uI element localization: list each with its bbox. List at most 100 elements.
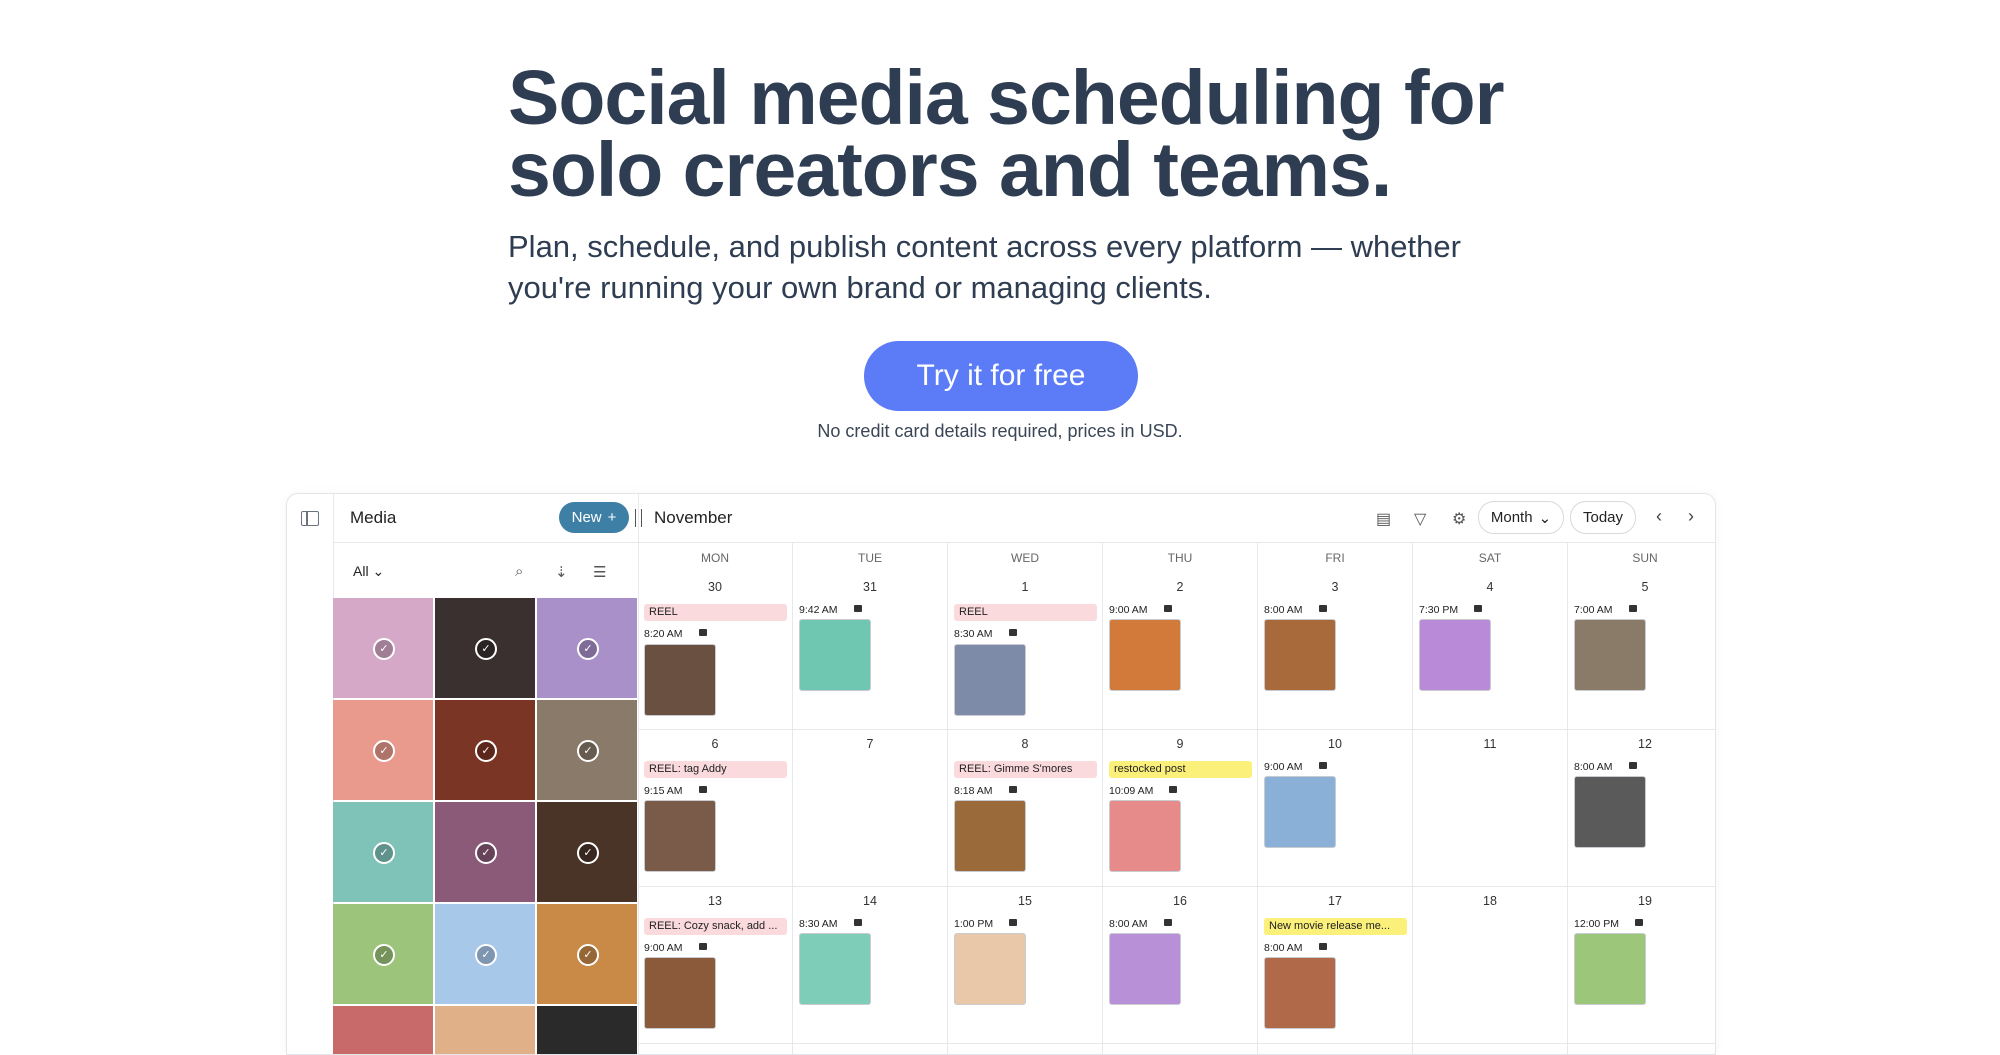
filter-value: All: [353, 563, 369, 579]
grid-line: [1567, 543, 1568, 1054]
post-label[interactable]: New movie release me...: [1264, 918, 1407, 935]
post-thumbnail[interactable]: [1109, 933, 1181, 1005]
post-time: 9:15 AM: [644, 785, 707, 797]
weekday-label: SUN: [1632, 551, 1658, 565]
media-thumb[interactable]: ✓: [537, 598, 637, 698]
day-number: 4: [1486, 580, 1494, 594]
settings-icon[interactable]: ⚙: [1452, 509, 1466, 529]
post-thumbnail[interactable]: [1109, 619, 1181, 691]
new-media-button[interactable]: New +: [559, 502, 629, 533]
weekday-label: MON: [701, 551, 729, 565]
post-thumbnail[interactable]: [1109, 800, 1181, 872]
list-icon[interactable]: ☰: [593, 563, 606, 581]
post-label[interactable]: REEL: [644, 604, 787, 621]
post-time: 9:00 AM: [644, 942, 707, 954]
media-thumb[interactable]: ✓: [333, 598, 433, 698]
post-label[interactable]: restocked post: [1109, 761, 1252, 778]
try-free-button[interactable]: Try it for free: [864, 341, 1138, 411]
view-select[interactable]: Month ⌄: [1478, 501, 1564, 534]
post-label[interactable]: REEL: Cozy snack, add ...: [644, 918, 787, 935]
post-thumbnail[interactable]: [954, 644, 1026, 716]
media-thumb[interactable]: ✓: [435, 598, 535, 698]
instagram-icon: [1163, 919, 1172, 926]
post-time: 8:30 AM: [954, 628, 1017, 640]
post-thumbnail[interactable]: [644, 957, 716, 1029]
post-thumbnail[interactable]: [799, 619, 871, 691]
media-thumb[interactable]: [333, 1006, 433, 1054]
today-button[interactable]: Today: [1570, 501, 1636, 534]
search-icon[interactable]: ⌕: [515, 563, 523, 580]
post-time-text: 9:15 AM: [644, 785, 683, 797]
post-thumbnail[interactable]: [954, 800, 1026, 872]
post-time-text: 8:00 AM: [1264, 942, 1303, 954]
sidebar-toggle-icon[interactable]: [301, 511, 319, 526]
day-number: 9: [1176, 737, 1184, 751]
instagram-icon: [1474, 605, 1483, 612]
post-thumbnail[interactable]: [1264, 619, 1336, 691]
media-thumb[interactable]: ✓: [537, 700, 637, 800]
weekday-header: MON TUE WED THU FRI SAT SUN: [638, 543, 1715, 571]
check-icon: ✓: [373, 842, 395, 864]
instagram-icon: [1318, 943, 1327, 950]
media-thumb[interactable]: [537, 1006, 637, 1054]
post-thumbnail[interactable]: [1419, 619, 1491, 691]
post-thumbnail[interactable]: [954, 933, 1026, 1005]
hero-subtitle: Plan, schedule, and publish content acro…: [508, 226, 1528, 308]
hero-section: Social media scheduling for solo creator…: [508, 60, 1528, 308]
instagram-icon: [698, 943, 707, 950]
media-thumb[interactable]: ✓: [333, 700, 433, 800]
post-thumbnail[interactable]: [799, 933, 871, 1005]
media-thumb[interactable]: ✓: [435, 802, 535, 902]
post-time: 9:42 AM: [799, 604, 862, 616]
post-time: 8:20 AM: [644, 628, 707, 640]
day-number: 10: [1328, 737, 1342, 751]
post-label[interactable]: REEL: [954, 604, 1097, 621]
instagram-icon: [1169, 786, 1178, 793]
post-thumbnail[interactable]: [1574, 619, 1646, 691]
app-preview: Media New + All ⌄ ⌕ ⇣ ☰ ✓ ✓ ✓ ✓ ✓ ✓ ✓ ✓: [286, 493, 1716, 1055]
day-number: 8: [1021, 737, 1029, 751]
post-time: 12:00 PM: [1574, 918, 1643, 930]
media-thumb[interactable]: [435, 1006, 535, 1054]
left-rail: [287, 494, 334, 1054]
post-thumbnail[interactable]: [644, 644, 716, 716]
instagram-icon: [853, 919, 862, 926]
day-number: 16: [1173, 894, 1187, 908]
chevron-left-icon[interactable]: ‹: [1656, 506, 1662, 527]
grid-line: [638, 1043, 1715, 1044]
post-time-text: 9:00 AM: [1264, 761, 1303, 773]
post-label[interactable]: REEL: tag Addy: [644, 761, 787, 778]
post-thumbnail[interactable]: [644, 800, 716, 872]
sort-icon[interactable]: ⇣: [555, 563, 568, 581]
media-thumb[interactable]: ✓: [435, 904, 535, 1004]
list-view-icon[interactable]: ▤: [1376, 509, 1391, 529]
post-thumbnail[interactable]: [1264, 776, 1336, 848]
post-thumbnail[interactable]: [1574, 776, 1646, 848]
day-number: 1: [1021, 580, 1029, 594]
media-thumb[interactable]: ✓: [537, 904, 637, 1004]
post-time: 7:00 AM: [1574, 604, 1637, 616]
filter-dropdown[interactable]: All ⌄: [353, 563, 384, 580]
instagram-icon: [1318, 762, 1327, 769]
filter-icon[interactable]: ▽: [1414, 509, 1426, 529]
post-thumbnail[interactable]: [1264, 957, 1336, 1029]
check-icon: ✓: [475, 740, 497, 762]
media-thumb[interactable]: ✓: [333, 904, 433, 1004]
media-thumb[interactable]: ✓: [333, 802, 433, 902]
media-thumb[interactable]: ✓: [537, 802, 637, 902]
check-icon: ✓: [475, 638, 497, 660]
day-number: 15: [1018, 894, 1032, 908]
chevron-right-icon[interactable]: ›: [1688, 506, 1694, 527]
instagram-icon: [1318, 605, 1327, 612]
post-thumbnail[interactable]: [1574, 933, 1646, 1005]
check-icon: ✓: [577, 944, 599, 966]
media-toolbar: All ⌄ ⌕ ⇣ ☰: [333, 543, 638, 599]
instagram-icon: [1628, 605, 1637, 612]
media-header: Media New +: [333, 494, 642, 543]
day-number: 6: [711, 737, 719, 751]
hero-title: Social media scheduling for solo creator…: [508, 60, 1528, 209]
day-number: 11: [1483, 737, 1497, 751]
media-thumb[interactable]: ✓: [435, 700, 535, 800]
post-label[interactable]: REEL: Gimme S'mores: [954, 761, 1097, 778]
grid-line: [947, 543, 948, 1054]
